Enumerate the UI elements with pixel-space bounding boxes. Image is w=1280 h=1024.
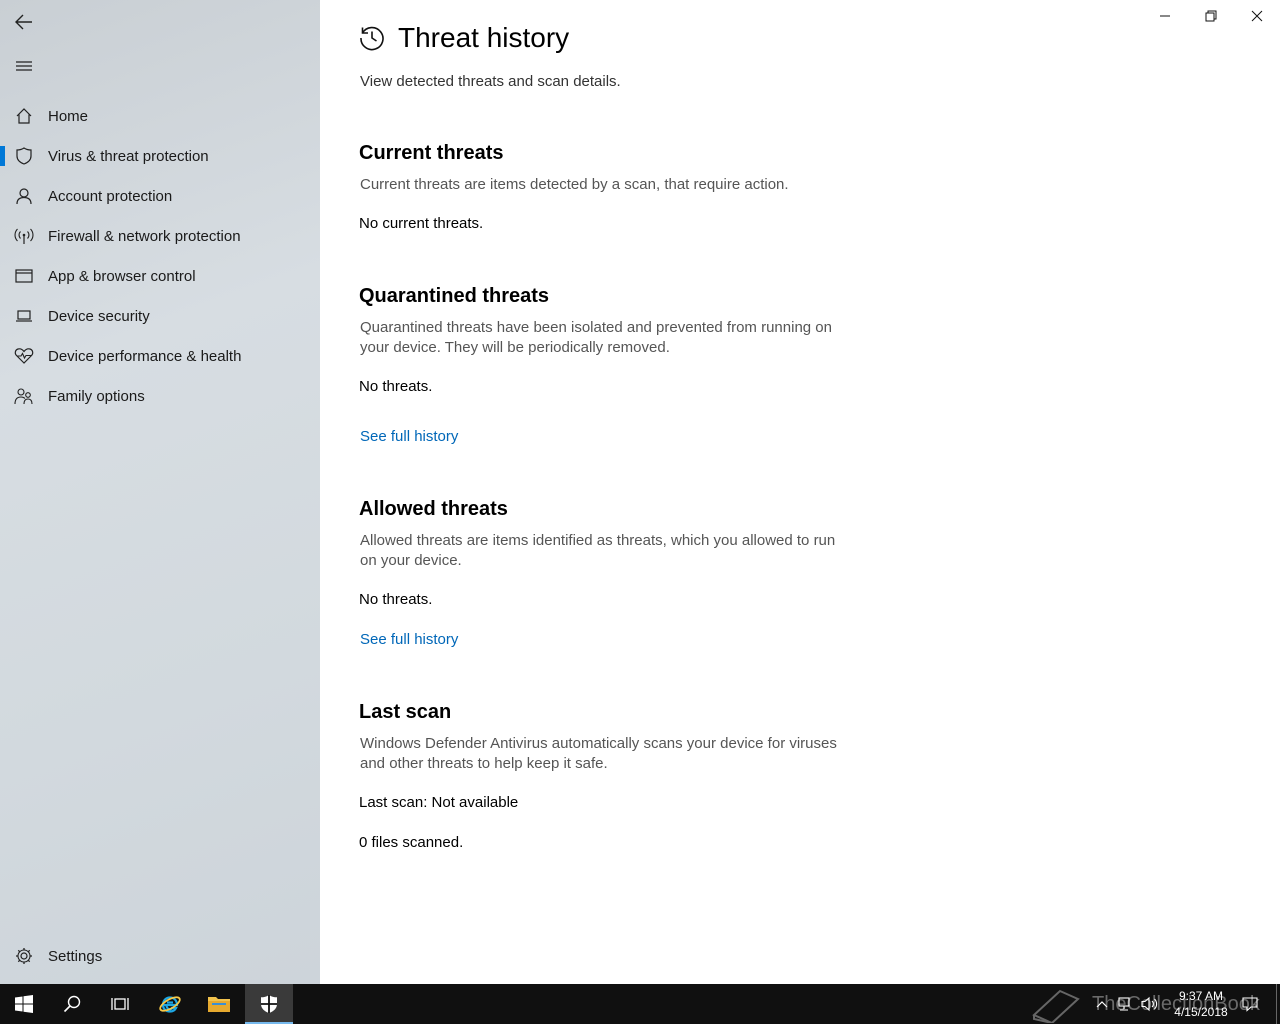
task-view-button[interactable] xyxy=(96,984,144,1024)
quarantined-threats-status: No threats. xyxy=(359,378,433,395)
sidebar-item-virus-threat-protection[interactable]: Virus & threat protection xyxy=(0,136,320,176)
allowed-see-full-history-link[interactable]: See full history xyxy=(360,631,458,648)
page-header: Threat history xyxy=(358,22,569,54)
current-threats-heading: Current threats xyxy=(359,142,504,164)
sidebar-item-app-browser-control[interactable]: App & browser control xyxy=(0,256,320,296)
allowed-threats-desc: Allowed threats are items identified as … xyxy=(360,532,836,569)
sidebar-item-device-performance[interactable]: Device performance & health xyxy=(0,336,320,376)
search-button[interactable] xyxy=(48,984,96,1024)
last-scan-desc: Windows Defender Antivirus automatically… xyxy=(360,735,837,772)
clock-date: 4/15/2018 xyxy=(1174,1005,1228,1019)
current-threats-status: No current threats. xyxy=(359,215,484,232)
heart-pulse-icon xyxy=(0,347,48,365)
network-icon xyxy=(1118,997,1130,1011)
restore-icon xyxy=(1205,10,1217,22)
volume-tray-button[interactable] xyxy=(1138,984,1162,1024)
family-icon xyxy=(0,387,48,405)
show-desktop-button[interactable] xyxy=(1276,984,1280,1024)
sidebar-item-label: App & browser control xyxy=(48,267,196,285)
clock-time: 9:37 AM xyxy=(1178,989,1224,1003)
minimize-icon xyxy=(1160,15,1170,17)
sidebar-item-label: Home xyxy=(48,107,89,125)
quarantined-threats-heading: Quarantined threats xyxy=(359,285,550,307)
back-arrow-icon xyxy=(15,14,32,30)
close-icon xyxy=(1251,10,1263,22)
files-scanned-count: 0 files scanned. xyxy=(359,834,464,851)
last-scan-status: Last scan: Not available xyxy=(359,794,519,811)
page-title: Threat history xyxy=(398,22,570,53)
sidebar-item-label: Family options xyxy=(48,387,145,405)
task-view-icon xyxy=(111,998,129,1010)
sidebar-item-label: Virus & threat protection xyxy=(48,147,209,165)
book-logo-icon xyxy=(1032,989,1080,1023)
sidebar: Home Virus & threat protection Account p… xyxy=(0,0,320,984)
internet-explorer-icon xyxy=(159,996,181,1013)
sidebar-item-label: Device performance & health xyxy=(48,347,242,365)
windows-defender-button[interactable] xyxy=(245,984,293,1024)
sidebar-item-label: Account protection xyxy=(48,187,173,205)
menu-button[interactable] xyxy=(0,44,48,88)
quarantined-threats-desc: Quarantined threats have been isolated a… xyxy=(360,319,832,356)
back-button[interactable] xyxy=(0,0,48,44)
minimize-button[interactable] xyxy=(1142,0,1188,32)
sidebar-item-home[interactable]: Home xyxy=(0,96,320,136)
allowed-threats-status: No threats. xyxy=(359,591,433,608)
sidebar-item-settings[interactable]: Settings xyxy=(0,936,320,976)
chevron-up-icon xyxy=(1096,1001,1108,1008)
taskbar-clock[interactable]: 9:37 AM 4/15/2018 xyxy=(1166,988,1236,1020)
settings-label: Settings xyxy=(48,947,103,965)
folder-icon xyxy=(208,997,230,1012)
file-explorer-button[interactable] xyxy=(195,984,243,1024)
main-content: Threat history View detected threats and… xyxy=(320,0,1280,984)
sidebar-item-account-protection[interactable]: Account protection xyxy=(0,176,320,216)
sidebar-item-family-options[interactable]: Family options xyxy=(0,376,320,416)
sidebar-item-device-security[interactable]: Device security xyxy=(0,296,320,336)
page-subtitle: View detected threats and scan details. xyxy=(360,73,621,90)
taskbar: TheCollectionBook 9:37 AM 4/15/2018 xyxy=(0,984,1280,1024)
allowed-threats-heading: Allowed threats xyxy=(359,498,508,520)
gear-icon xyxy=(0,947,48,965)
network-tray-button[interactable] xyxy=(1114,984,1138,1024)
current-threats-desc: Current threats are items detected by a … xyxy=(360,176,789,193)
last-scan-heading: Last scan xyxy=(359,701,452,723)
close-button[interactable] xyxy=(1234,0,1280,32)
hamburger-icon xyxy=(16,61,32,71)
action-center-button[interactable] xyxy=(1236,984,1264,1024)
sidebar-item-firewall[interactable]: Firewall & network protection xyxy=(0,216,320,256)
history-clock-icon xyxy=(360,26,384,51)
sidebar-item-label: Firewall & network protection xyxy=(48,227,241,245)
defender-shield-icon xyxy=(261,995,277,1013)
laptop-icon xyxy=(0,308,48,324)
quarantined-see-full-history-link[interactable]: See full history xyxy=(360,428,458,445)
wifi-antenna-icon xyxy=(0,227,48,245)
restore-button[interactable] xyxy=(1188,0,1234,32)
windows-logo-icon xyxy=(15,995,33,1013)
home-icon xyxy=(0,107,48,125)
shield-icon xyxy=(0,147,48,165)
internet-explorer-button[interactable] xyxy=(146,984,194,1024)
search-icon xyxy=(63,995,81,1013)
show-hidden-icons-button[interactable] xyxy=(1092,984,1112,1024)
speaker-icon xyxy=(1141,996,1158,1012)
notification-icon xyxy=(1242,997,1258,1012)
person-icon xyxy=(0,187,48,205)
sidebar-item-label: Device security xyxy=(48,307,150,325)
browser-window-icon xyxy=(0,268,48,284)
start-button[interactable] xyxy=(0,984,48,1024)
